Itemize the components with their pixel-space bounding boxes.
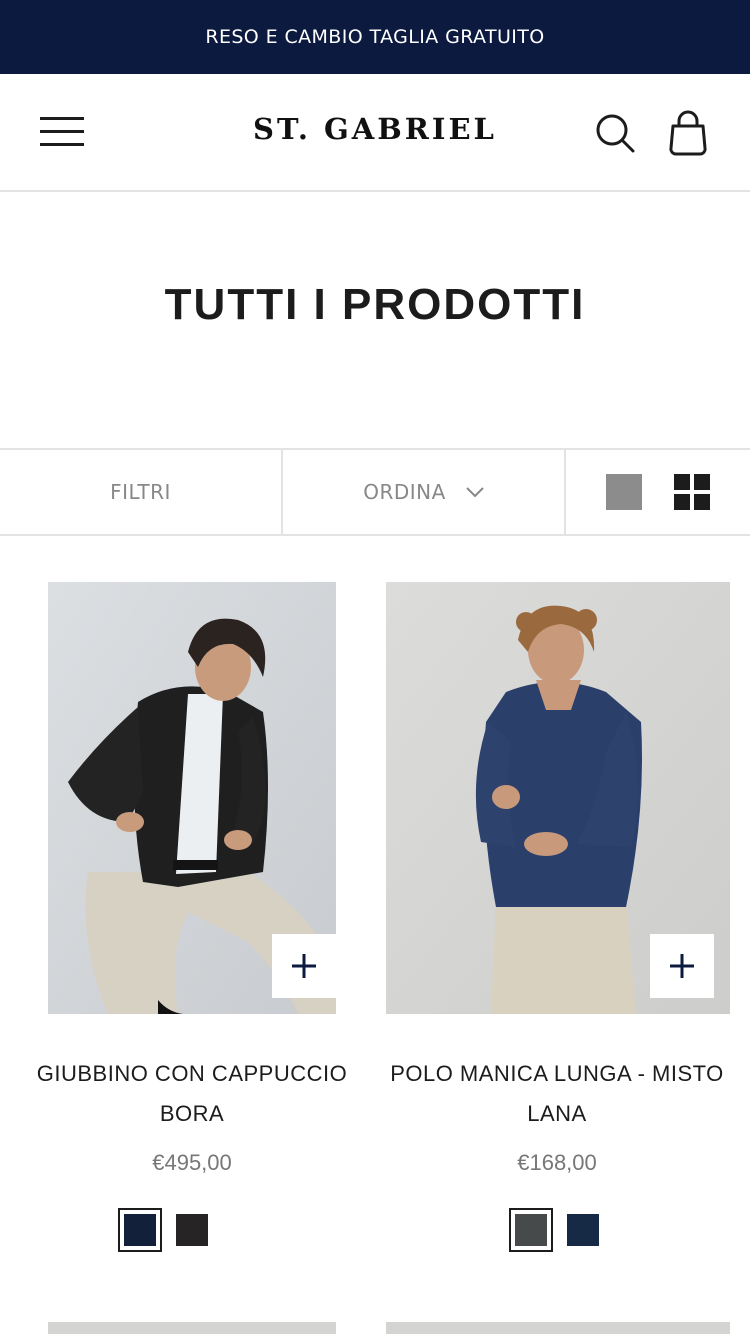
sort-label: ORDINA	[363, 480, 446, 504]
quick-add-button[interactable]	[272, 934, 336, 998]
collection-toolbar: FILTRI ORDINA	[0, 448, 750, 536]
product-price: €168,00	[517, 1150, 597, 1175]
color-swatch[interactable]	[118, 1208, 162, 1252]
plus-icon	[292, 954, 316, 978]
filter-label: FILTRI	[110, 480, 171, 504]
brand-logo[interactable]: ST. GABRIEL	[0, 112, 750, 146]
plus-icon	[670, 954, 694, 978]
product-image[interactable]	[48, 1322, 336, 1334]
color-swatch[interactable]	[567, 1214, 599, 1246]
color-swatch[interactable]	[176, 1214, 208, 1246]
page-title: TUTTI I PRODOTTI	[164, 280, 586, 329]
product-image[interactable]	[48, 582, 336, 1014]
grid-view-icon[interactable]	[674, 474, 710, 510]
product-image[interactable]	[386, 582, 730, 1014]
chevron-down-icon	[466, 487, 484, 498]
announcement-text: RESO E CAMBIO TAGLIA GRATUITO	[205, 26, 545, 48]
cart-icon[interactable]	[666, 110, 710, 156]
product-image[interactable]	[386, 1322, 730, 1334]
quick-add-button[interactable]	[650, 934, 714, 998]
filter-button[interactable]: FILTRI	[0, 450, 283, 534]
sort-button[interactable]: ORDINA	[283, 450, 566, 534]
view-switcher	[566, 450, 750, 534]
single-column-view-icon[interactable]	[606, 474, 642, 510]
color-swatch[interactable]	[509, 1208, 553, 1252]
announcement-bar: RESO E CAMBIO TAGLIA GRATUITO	[0, 0, 750, 74]
site-header: ST. GABRIEL	[0, 74, 750, 192]
product-name[interactable]: POLO MANICA LUNGA - MISTO LANA	[384, 1054, 730, 1134]
product-name[interactable]: GIUBBINO CON CAPPUCCIO BORA	[10, 1054, 374, 1134]
product-price: €495,00	[152, 1150, 232, 1175]
color-swatches	[509, 1208, 599, 1252]
color-swatches	[118, 1208, 208, 1252]
search-icon[interactable]	[594, 112, 636, 154]
